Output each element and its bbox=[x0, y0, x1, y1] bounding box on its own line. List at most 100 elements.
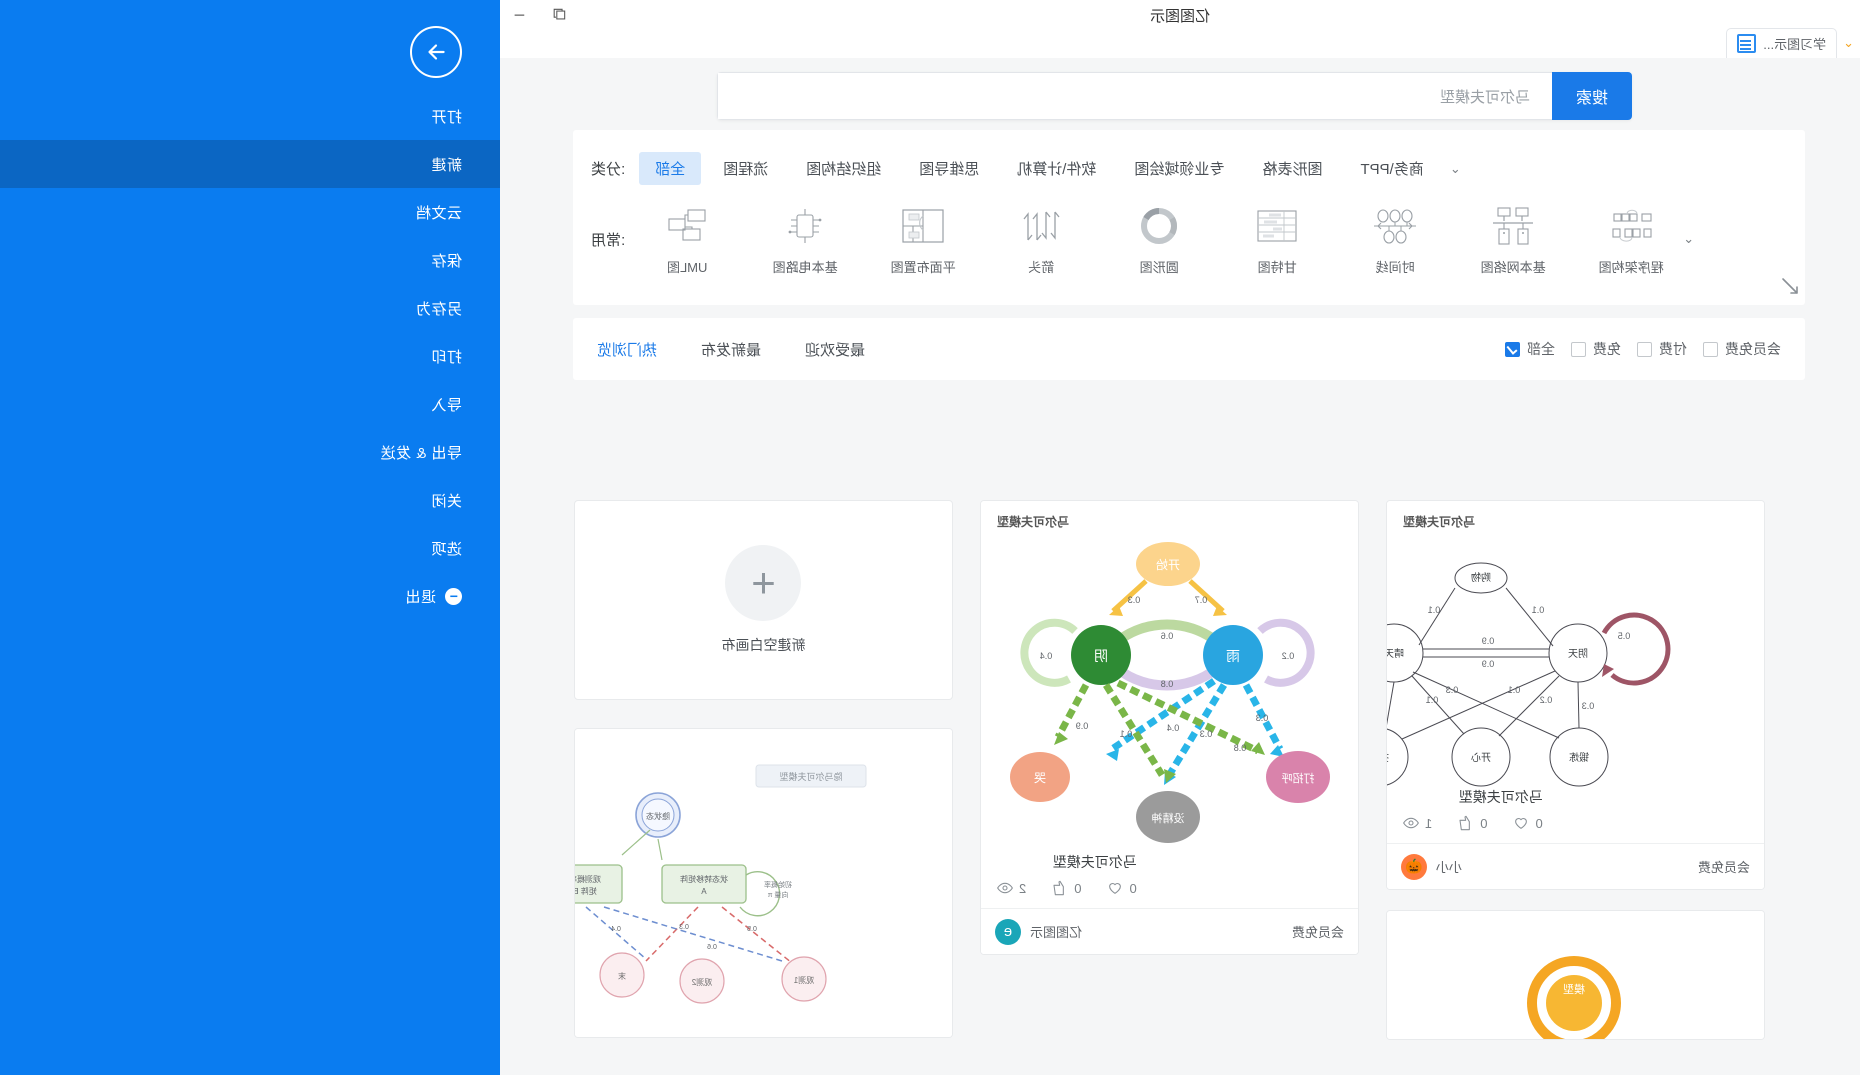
checkbox-member-free[interactable] bbox=[1703, 341, 1718, 357]
common-item-floor-plan[interactable]: 平面布置图 bbox=[875, 202, 971, 276]
category-row: 分类: 全部 流程图 组织结构图 思维导图 软件\计算机 专业领域绘图 图形表格… bbox=[591, 152, 1489, 185]
thumbs-up-icon bbox=[1053, 880, 1065, 896]
category-chip-professional[interactable]: 专业领域绘图 bbox=[1118, 152, 1240, 185]
sort-tab-newest[interactable]: 最新发布 bbox=[701, 339, 761, 360]
checkbox-free[interactable] bbox=[1571, 341, 1586, 357]
sidebar-item-exit[interactable]: − 退出 bbox=[0, 572, 500, 620]
stat-likes: 0 bbox=[1458, 815, 1487, 831]
filter-member-free[interactable]: 会员免费 bbox=[1703, 339, 1781, 359]
category-panel: 分类: 全部 流程图 组织结构图 思维导图 软件\计算机 专业领域绘图 图形表格… bbox=[573, 130, 1805, 305]
svg-text:开始: 开始 bbox=[1156, 558, 1180, 572]
card-meta: 马尔可夫模型 2 0 0 bbox=[997, 852, 1137, 896]
common-item-label: 甘特图 bbox=[1257, 260, 1297, 275]
sidebar-item-label: 导出 & 发送 bbox=[380, 444, 462, 462]
floor-plan-icon bbox=[899, 202, 947, 250]
uml-diagram-icon bbox=[665, 202, 709, 250]
tab-dropdown-icon[interactable]: ⌄ bbox=[1843, 35, 1854, 51]
search-button[interactable]: 搜索 bbox=[1552, 72, 1632, 120]
stat-views: 1 bbox=[1403, 815, 1432, 831]
common-item-network[interactable]: 基本网络图 bbox=[1465, 202, 1561, 276]
category-chip-all[interactable]: 全部 bbox=[639, 152, 702, 185]
sort-tab-most-liked[interactable]: 最受欢迎 bbox=[805, 339, 865, 360]
filter-label: 全部 bbox=[1527, 341, 1555, 357]
sidebar-item-save[interactable]: 保存 bbox=[0, 236, 500, 284]
sidebar-item-label: 导入 bbox=[430, 396, 462, 414]
circle-diagram: 模型 bbox=[1527, 956, 1621, 1040]
common-item-label: 平面布置图 bbox=[890, 260, 956, 275]
chevron-down-icon[interactable]: ⌄ bbox=[1683, 231, 1694, 247]
common-item-arrows[interactable]: 箭头 bbox=[993, 202, 1089, 276]
sidebar-item-import[interactable]: 导入 bbox=[0, 380, 500, 428]
sidebar-item-label: 选项 bbox=[430, 540, 462, 558]
filter-free[interactable]: 免费 bbox=[1571, 339, 1621, 359]
category-chip-mind-map[interactable]: 思维导图 bbox=[903, 152, 995, 185]
svg-text:0.8: 0.8 bbox=[1161, 679, 1174, 689]
category-chip-org-chart[interactable]: 组织结构图 bbox=[790, 152, 897, 185]
restore-window-icon[interactable] bbox=[548, 4, 570, 26]
markov-model-diagram: 0.1 0.1 0.9 0.9 0.5 0.5 0.3 0.2 0.1 0.3 … bbox=[1386, 562, 1671, 787]
sort-filter-bar: 热门浏览 最新发布 最受欢迎 全部 免费 付费 会员免费 bbox=[573, 318, 1805, 380]
category-chip-software[interactable]: 软件\计算机 bbox=[1001, 152, 1112, 185]
template-thumbnail: 模型 bbox=[1387, 911, 1764, 1040]
common-item-uml[interactable]: UML图 bbox=[639, 202, 735, 276]
checkbox-all[interactable] bbox=[1505, 341, 1520, 357]
category-chip-flowchart[interactable]: 流程图 bbox=[707, 152, 784, 185]
stat-value: 0 bbox=[1074, 880, 1082, 896]
stat-value: 0 bbox=[1535, 815, 1543, 831]
document-tab[interactable]: 学习图示... bbox=[1726, 28, 1838, 58]
minimize-window-icon[interactable] bbox=[508, 4, 530, 26]
filter-all[interactable]: 全部 bbox=[1505, 339, 1555, 359]
author-name: 亿图图示 bbox=[1030, 925, 1083, 940]
sidebar-item-label: 保存 bbox=[430, 252, 462, 270]
svg-text:0.3: 0.3 bbox=[1446, 685, 1459, 695]
svg-text:0.3: 0.3 bbox=[1200, 729, 1213, 739]
common-item-donut[interactable]: 圆形图 bbox=[1111, 202, 1207, 276]
checkbox-paid[interactable] bbox=[1637, 341, 1652, 357]
filter-label: 会员免费 bbox=[1725, 341, 1781, 357]
donut-chart-icon bbox=[1137, 202, 1181, 250]
template-card[interactable]: 马尔可夫模型 开始 0.7 0.3 0.6 0.8 0.2 0.4 雨 阴 0.… bbox=[980, 500, 1359, 955]
common-row: 常用: UML图 基本电路图 平面布置图 箭头 圆形图 甘特图 时间线 基本网络… bbox=[591, 202, 1722, 276]
expand-panel-icon[interactable] bbox=[1780, 276, 1800, 296]
new-blank-canvas-card[interactable]: + 新建空白画布 bbox=[574, 500, 953, 700]
sidebar-item-close[interactable]: 关闭 bbox=[0, 476, 500, 524]
author-name: 小小 bbox=[1436, 860, 1463, 875]
svg-text:0.6: 0.6 bbox=[1161, 631, 1174, 641]
svg-text:0.5: 0.5 bbox=[747, 926, 757, 933]
sidebar-item-options[interactable]: 选项 bbox=[0, 524, 500, 572]
svg-text:0.5: 0.5 bbox=[1618, 631, 1631, 641]
common-item-gantt[interactable]: 甘特图 bbox=[1229, 202, 1325, 276]
sort-tab-popular[interactable]: 热门浏览 bbox=[597, 339, 657, 360]
svg-text:0.3: 0.3 bbox=[1128, 595, 1141, 605]
card-title: 马尔可夫模型 bbox=[1458, 789, 1543, 805]
common-item-program-architecture[interactable]: 程序架构图 bbox=[1583, 202, 1679, 276]
template-card[interactable]: 模型 bbox=[1386, 910, 1765, 1040]
category-chip-charts-tables[interactable]: 图形表格 bbox=[1246, 152, 1338, 185]
sidebar-item-open[interactable]: 打开 bbox=[0, 92, 500, 140]
search-input[interactable]: 马尔可夫模型 bbox=[717, 72, 1552, 120]
template-card[interactable]: 隐马尔可夫模型 隐状态 状态转移矩阵 A 观测概率 矩阵 B bbox=[574, 728, 953, 1038]
network-diagram-icon bbox=[1489, 202, 1537, 250]
common-item-label: 箭头 bbox=[1028, 260, 1055, 275]
card-author[interactable]: e 亿图图示 bbox=[995, 918, 1083, 945]
svg-text:0.4: 0.4 bbox=[1167, 723, 1180, 733]
filter-paid[interactable]: 付费 bbox=[1637, 339, 1687, 359]
sidebar-item-cloud-docs[interactable]: 云文档 bbox=[0, 188, 500, 236]
card-author[interactable]: 🎃 小小 bbox=[1401, 853, 1463, 880]
thumbs-up-icon bbox=[1459, 815, 1471, 831]
common-item-timeline[interactable]: 时间线 bbox=[1347, 202, 1443, 276]
sidebar-item-print[interactable]: 打印 bbox=[0, 332, 500, 380]
template-card[interactable]: 马尔可夫模型 0.1 0.1 0.9 0.9 0.5 0.3 0.2 0.1 0… bbox=[1386, 500, 1765, 890]
category-chip-business-ppt[interactable]: 商务\PPT bbox=[1344, 152, 1439, 185]
common-item-circuit[interactable]: 基本电路图 bbox=[757, 202, 853, 276]
svg-text:0.4: 0.4 bbox=[611, 926, 621, 933]
sidebar-item-save-as[interactable]: 另存为 bbox=[0, 284, 500, 332]
back-button[interactable] bbox=[410, 26, 462, 78]
sidebar-item-export-send[interactable]: 导出 & 发送 bbox=[0, 428, 500, 476]
stat-value: 0 bbox=[1129, 880, 1137, 896]
chevron-down-icon[interactable]: ⌄ bbox=[1450, 161, 1461, 177]
svg-text:锻炼: 锻炼 bbox=[1569, 751, 1589, 764]
plus-icon: + bbox=[725, 545, 802, 621]
sidebar-item-new[interactable]: 新建 bbox=[0, 140, 500, 188]
sidebar-item-label: 打开 bbox=[430, 108, 462, 126]
